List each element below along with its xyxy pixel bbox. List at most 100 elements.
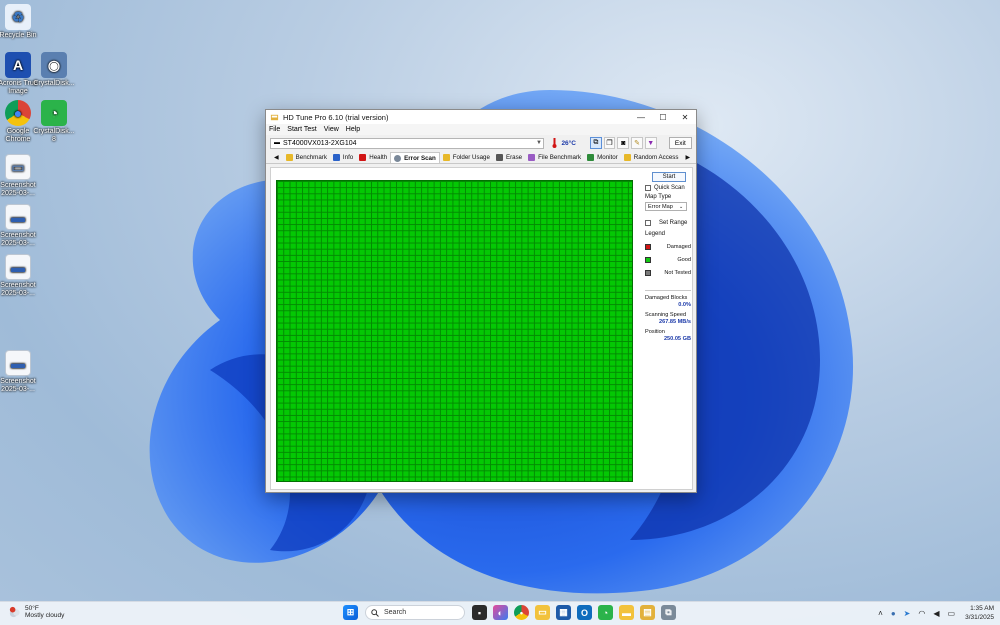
folder-taskbar-icon[interactable]: ▬ xyxy=(619,605,634,620)
search-icon xyxy=(371,608,379,617)
volume-icon[interactable]: ◀ xyxy=(933,609,939,618)
chevron-up-icon[interactable]: ˄ xyxy=(878,609,883,618)
tab-info[interactable]: Info xyxy=(330,152,356,163)
tab-benchmark[interactable]: Benchmark xyxy=(283,152,330,163)
desktop-icon-recycle-bin[interactable]: ♻ Recycle Bin xyxy=(0,4,40,40)
crystaldisk-taskbar-icon[interactable]: ◔ xyxy=(598,605,613,620)
image-file-icon: ▬ xyxy=(5,350,31,376)
tab-monitor[interactable]: Monitor xyxy=(584,152,621,163)
menu-view[interactable]: View xyxy=(324,126,339,133)
tab-label: Health xyxy=(369,154,388,161)
legend-swatch-not-tested xyxy=(645,270,651,276)
legend-damaged: Damaged xyxy=(645,244,691,250)
legend-good: Good xyxy=(645,257,691,263)
tab-scroll-left-icon[interactable]: ◀ xyxy=(270,152,283,163)
tab-strip: ◀ Benchmark Info Health Error Scan Folde… xyxy=(266,152,696,164)
tray-app-icon[interactable]: ● xyxy=(891,609,896,618)
set-range-checkbox[interactable]: Set Range xyxy=(645,220,691,226)
weather-widget[interactable]: 50°F Mostly cloudy xyxy=(8,605,64,619)
desktop-icon-screenshot[interactable]: ▬ Screenshot 2025-03-... xyxy=(0,204,40,248)
desktop-icon-label: Screenshot 2025-03-... xyxy=(0,182,36,197)
save-icon[interactable]: ▼ xyxy=(644,137,657,149)
file-explorer-icon[interactable]: ▭ xyxy=(535,605,550,620)
chrome-taskbar-icon[interactable]: • xyxy=(514,605,529,620)
menu-file[interactable]: File xyxy=(269,126,280,133)
camera-icon[interactable]: ◙ xyxy=(617,137,630,149)
legend-swatch-damaged xyxy=(645,244,651,250)
tab-label: Error Scan xyxy=(404,154,436,162)
clock-date: 3/31/2025 xyxy=(965,614,994,621)
send-icon[interactable]: ➤ xyxy=(904,609,911,618)
desktop-icon-label: CrystalDisk... xyxy=(33,80,75,87)
health-icon xyxy=(359,154,367,161)
desktop-icon-screenshot[interactable]: ▬ Screenshot 2025-03-... xyxy=(0,350,40,394)
tab-erase[interactable]: Erase xyxy=(493,152,525,163)
temperature-readout: 26°C xyxy=(552,138,576,148)
image-file-icon: ▭ xyxy=(5,154,31,180)
wifi-icon[interactable]: ◠ xyxy=(918,609,925,618)
battery-icon[interactable]: ▭ xyxy=(948,609,956,618)
store-icon[interactable]: ▦ xyxy=(556,605,571,620)
start-button[interactable]: Start xyxy=(652,172,686,182)
checkbox-box xyxy=(645,185,651,191)
tab-health[interactable]: Health xyxy=(356,152,390,163)
exit-button[interactable]: Exit xyxy=(668,137,693,149)
desktop-icon-screenshot[interactable]: ▭ Screenshot 2025-03-... xyxy=(0,154,40,198)
chevron-down-icon: ⌄ xyxy=(679,203,684,210)
position-value: 250.05 GB xyxy=(663,336,691,342)
image-file-icon: ▬ xyxy=(5,254,31,280)
close-button[interactable]: ✕ xyxy=(674,113,696,122)
chevron-down-icon: ▼ xyxy=(535,140,542,146)
magnifier-icon xyxy=(394,154,402,162)
task-view-icon[interactable]: ▪ xyxy=(472,605,487,620)
divider xyxy=(645,290,691,291)
taskbar-clock[interactable]: 1:35 AM 3/31/2025 xyxy=(965,604,994,622)
maximize-button[interactable]: ☐ xyxy=(652,113,674,122)
map-type-select[interactable]: Error Map ⌄ xyxy=(645,202,687,211)
info-icon xyxy=(332,154,340,161)
chrome-icon: ● xyxy=(5,100,31,126)
windows-start-icon[interactable]: ⊞ xyxy=(343,605,358,620)
network-tool-icon[interactable]: ⧉ xyxy=(661,605,676,620)
drive-select-value: ST4000VX013-2XG104 xyxy=(283,139,357,147)
quick-scan-checkbox[interactable]: Quick Scan xyxy=(645,185,691,191)
benchmark-icon xyxy=(285,154,293,161)
desktop-icon-label: CrystalDisk... 8 xyxy=(33,128,75,143)
desktop-icon-crystaldisk-8[interactable]: ◔ CrystalDisk... 8 xyxy=(32,100,76,144)
erase-icon xyxy=(495,154,503,161)
tab-file-benchmark[interactable]: File Benchmark xyxy=(525,152,584,163)
tab-error-scan[interactable]: Error Scan xyxy=(390,152,440,163)
desktop-icon-screenshot[interactable]: ▬ Screenshot 2025-03-... xyxy=(0,254,40,298)
menu-help[interactable]: Help xyxy=(346,126,360,133)
checkbox-box xyxy=(645,220,651,226)
clock-time: 1:35 AM xyxy=(970,605,994,612)
outlook-icon[interactable]: O xyxy=(577,605,592,620)
copy-text-icon[interactable]: ❐ xyxy=(603,137,616,149)
desktop-icon-crystaldisk[interactable]: ◉ CrystalDisk... xyxy=(32,52,76,88)
tab-random-access[interactable]: Random Access xyxy=(621,152,682,163)
hdtune-taskbar-icon[interactable]: ▤ xyxy=(640,605,655,620)
weather-desc: Mostly cloudy xyxy=(25,612,65,619)
crystaldisk-info-icon: ◔ xyxy=(41,100,67,126)
damaged-blocks-label: Damaged Blocks xyxy=(645,295,688,301)
taskbar-search[interactable]: Search xyxy=(365,605,465,620)
copilot-icon[interactable]: ◐ xyxy=(493,605,508,620)
legend-label: Not Tested xyxy=(664,270,691,276)
drive-select[interactable]: ▬ ST4000VX013-2XG104 ▼ xyxy=(270,137,545,149)
hdtune-window: HD Tune Pro 6.10 (trial version) — ☐ ✕ F… xyxy=(265,109,697,493)
menu-start-test[interactable]: Start Test xyxy=(287,126,316,133)
map-type-label: Map Type xyxy=(645,194,672,200)
desktop-icon-label: Recycle Bin xyxy=(0,32,37,39)
search-placeholder: Search xyxy=(384,609,407,616)
set-range-label: Set Range xyxy=(659,220,688,226)
minimize-button[interactable]: — xyxy=(630,113,652,122)
file-benchmark-icon xyxy=(528,154,536,161)
window-titlebar[interactable]: HD Tune Pro 6.10 (trial version) — ☐ ✕ xyxy=(266,110,696,124)
error-scan-panel: Start Quick Scan Map Type Error Map ⌄ Se… xyxy=(270,167,693,490)
tab-label: Benchmark xyxy=(295,154,327,161)
copy-info-icon[interactable]: ⧉ xyxy=(589,137,602,149)
options-icon[interactable]: ✎ xyxy=(631,137,643,149)
legend-not-tested: Not Tested xyxy=(645,270,691,276)
tab-folder-usage[interactable]: Folder Usage xyxy=(440,152,493,163)
tab-scroll-right-icon[interactable]: ▶ xyxy=(681,152,694,163)
